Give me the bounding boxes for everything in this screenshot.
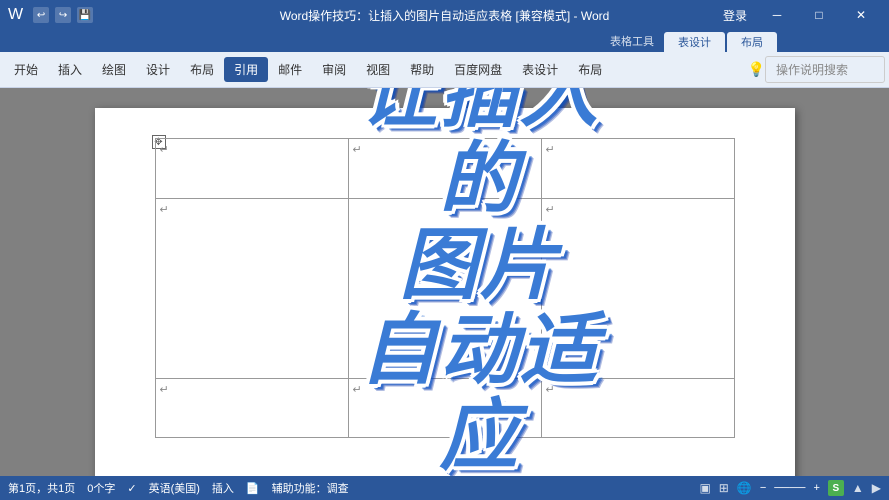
tool-tab-bar: 表格工具 表设计 布局 xyxy=(0,30,889,52)
table-cell[interactable]: ↵ xyxy=(541,378,734,438)
view-print-button[interactable]: ▣ xyxy=(699,481,710,495)
page-count: 第1页，共1页 xyxy=(8,480,75,496)
zoom-slider[interactable]: ──── xyxy=(774,482,805,494)
titlebar-right: 登录 ─ □ ✕ xyxy=(715,0,881,30)
page-icon: 📄 xyxy=(246,482,260,495)
menu-references[interactable]: 引用 xyxy=(224,57,268,82)
status-bar: 第1页，共1页 0个字 ✓ 英语(美国) 插入 📄 辅助功能：调查 ▣ ⊞ 🌐 … xyxy=(0,476,889,500)
menu-table-layout[interactable]: 布局 xyxy=(568,57,612,82)
document-table: ↵ ↵ ↵ ↵ ↵ ↵ ↵ ↵ xyxy=(155,138,735,438)
accessibility[interactable]: 辅助功能：调查 xyxy=(272,480,349,496)
menu-design[interactable]: 设计 xyxy=(136,57,180,82)
maximize-button[interactable]: □ xyxy=(799,0,839,30)
document-area: ✥ ↵ ↵ ↵ ↵ ↵ ↵ ↵ ↵ 让插入的 图片 自动适应 表格 xyxy=(0,88,889,476)
wps-icon: S xyxy=(828,480,844,496)
menu-table-design[interactable]: 表设计 xyxy=(512,57,568,82)
table-cell[interactable]: ↵ xyxy=(348,378,541,438)
menu-layout[interactable]: 布局 xyxy=(180,57,224,82)
tab-layout[interactable]: 布局 xyxy=(727,32,777,52)
insert-mode: 插入 xyxy=(212,480,234,496)
table-row: ↵ ↵ ↵ xyxy=(155,139,734,199)
table-cell[interactable]: ↵ xyxy=(155,378,348,438)
lightbulb-icon: 💡 xyxy=(748,61,765,78)
menu-bar: 开始 插入 绘图 设计 布局 引用 邮件 审阅 视图 帮助 百度网盘 表设计 布… xyxy=(0,52,889,88)
save-button[interactable]: 💾 xyxy=(77,7,93,23)
menu-review[interactable]: 审阅 xyxy=(312,57,356,82)
undo-button[interactable]: ↩ xyxy=(33,7,49,23)
table-cell[interactable]: ↵ xyxy=(541,198,734,378)
login-button[interactable]: 登录 xyxy=(715,0,755,30)
menu-insert[interactable]: 插入 xyxy=(48,57,92,82)
close-button[interactable]: ✕ xyxy=(841,0,881,30)
tab-table-design[interactable]: 表设计 xyxy=(664,32,725,52)
word-icon: W xyxy=(8,6,23,24)
more-button[interactable]: ▶ xyxy=(872,481,881,495)
zoom-plus[interactable]: + xyxy=(813,482,819,494)
table-row: ↵ ↵ xyxy=(155,198,734,378)
search-help-button[interactable]: 操作说明搜索 xyxy=(765,56,885,83)
language: 英语(美国) xyxy=(149,480,200,496)
menu-help[interactable]: 帮助 xyxy=(400,57,444,82)
table-cell[interactable]: ↵ xyxy=(348,139,541,199)
expand-button[interactable]: ▲ xyxy=(852,481,864,495)
tool-tab-label: 表格工具 xyxy=(600,33,664,49)
view-web-button[interactable]: 🌐 xyxy=(737,481,752,495)
view-read-button[interactable]: ⊞ xyxy=(719,481,729,495)
title-bar: W ↩ ↪ 💾 Word操作技巧：让插入的图片自动适应表格 [兼容模式] - W… xyxy=(0,0,889,30)
spell-icon[interactable]: ✓ xyxy=(127,482,136,495)
menu-baidu[interactable]: 百度网盘 xyxy=(444,57,512,82)
char-count: 0个字 xyxy=(87,480,115,496)
document-page: ✥ ↵ ↵ ↵ ↵ ↵ ↵ ↵ ↵ 让插入的 图片 自动适应 表格 xyxy=(95,108,795,476)
window-title: Word操作技巧：让插入的图片自动适应表格 [兼容模式] - Word xyxy=(280,7,610,24)
titlebar-left: W ↩ ↪ 💾 xyxy=(8,6,93,24)
table-cell[interactable]: ↵ xyxy=(155,139,348,199)
menu-home[interactable]: 开始 xyxy=(4,57,48,82)
menu-draw[interactable]: 绘图 xyxy=(92,57,136,82)
redo-button[interactable]: ↪ xyxy=(55,7,71,23)
menu-view[interactable]: 视图 xyxy=(356,57,400,82)
statusbar-right: ▣ ⊞ 🌐 − ──── + S ▲ ▶ xyxy=(699,480,881,496)
zoom-minus[interactable]: − xyxy=(760,482,766,494)
minimize-button[interactable]: ─ xyxy=(757,0,797,30)
table-row: ↵ ↵ ↵ xyxy=(155,378,734,438)
table-cell[interactable]: ↵ xyxy=(541,139,734,199)
menu-mailings[interactable]: 邮件 xyxy=(268,57,312,82)
table-cell[interactable] xyxy=(348,198,541,378)
table-cell[interactable]: ↵ xyxy=(155,198,348,378)
